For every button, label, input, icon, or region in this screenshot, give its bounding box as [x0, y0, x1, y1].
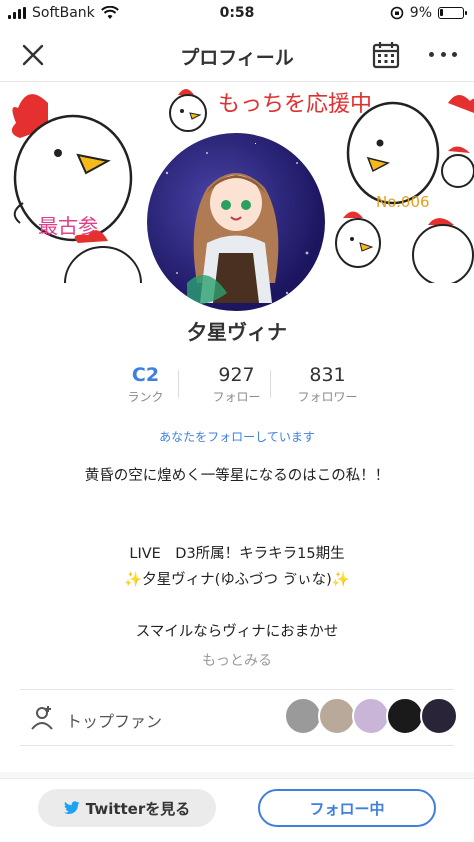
twitter-button-label: Twitterを見る	[85, 799, 191, 818]
stat-value: 927	[218, 364, 255, 386]
nav-bar: プロフィール	[0, 28, 474, 82]
banner-headline: もっちを応援中	[218, 92, 372, 117]
stat-label: フォロー	[212, 390, 261, 404]
bio-line: 黄昏の空に煌めく一等星になるのはこの私！！	[84, 468, 390, 484]
more-options-icon[interactable]	[426, 44, 460, 64]
footer-actions: Twitterを見る フォロー中	[0, 778, 474, 842]
battery-icon	[438, 7, 467, 19]
battery-percent: 9%	[409, 5, 432, 21]
divider	[20, 745, 454, 746]
stat-followers[interactable]: 831 フォロワー	[282, 364, 373, 406]
profile-name: 夕星ヴィナ	[187, 320, 287, 344]
twitter-button[interactable]: Twitterを見る	[38, 789, 216, 827]
bio-line: ✨夕星ヴィナ(ゆふづつ ゔぃな)✨	[124, 572, 350, 588]
banner-number: No.006	[376, 193, 430, 211]
top-fans-avatars[interactable]	[284, 697, 458, 735]
top-fans-label: トップファン	[66, 712, 163, 731]
add-user-icon	[31, 706, 53, 730]
calendar-icon[interactable]	[371, 40, 401, 70]
top-fans-row[interactable]: トップファン	[20, 697, 460, 741]
fan-avatar[interactable]	[284, 697, 322, 735]
bio-line: スマイルならヴィナにおまかせ	[135, 624, 339, 640]
orientation-lock-icon	[390, 6, 404, 20]
oldest-badge: 最古参	[38, 214, 98, 238]
page-title: プロフィール	[180, 47, 294, 69]
following-button[interactable]: フォロー中	[258, 789, 436, 827]
divider	[20, 689, 454, 690]
fan-avatar[interactable]	[352, 697, 390, 735]
bio-line: LIVE D3所属！キラキラ15期生	[129, 546, 345, 562]
twitter-icon	[63, 801, 80, 815]
stat-divider	[178, 370, 179, 398]
fan-avatar[interactable]	[420, 697, 458, 735]
stat-label: フォロワー	[297, 390, 358, 404]
status-bar: SoftBank 0:58 9%	[0, 0, 474, 28]
follows-you-label: あなたをフォローしています	[159, 430, 315, 444]
fan-avatar[interactable]	[318, 697, 356, 735]
stat-divider	[270, 370, 271, 398]
avatar[interactable]	[144, 130, 328, 314]
stat-value: 831	[309, 364, 346, 386]
show-more-link[interactable]: もっとみる	[0, 650, 474, 670]
profile-stats: C2 ランク 927 フォロー 831 フォロワー	[100, 364, 374, 406]
following-button-label: フォロー中	[309, 799, 385, 818]
fan-avatar[interactable]	[386, 697, 424, 735]
stat-following[interactable]: 927 フォロー	[191, 364, 282, 406]
